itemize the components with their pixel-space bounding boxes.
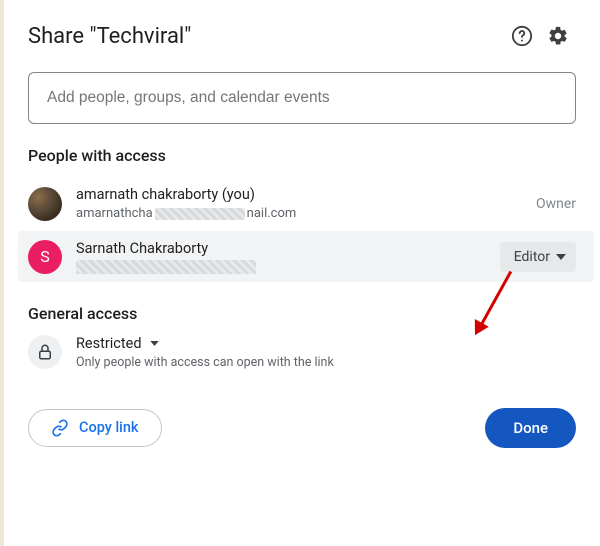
role-dropdown[interactable]: Editor <box>500 242 576 272</box>
dialog-header: Share "Techviral" <box>28 18 576 54</box>
role-label: Editor <box>514 249 550 265</box>
person-row-editor[interactable]: S Sarnath Chakraborty Editor <box>18 231 594 281</box>
general-access-row: Restricted Only people with access can o… <box>28 335 576 370</box>
person-info: Sarnath Chakraborty <box>76 239 500 273</box>
person-name: Sarnath Chakraborty <box>76 239 500 259</box>
caret-down-icon <box>150 341 159 346</box>
general-access-info: Restricted Only people with access can o… <box>76 335 334 370</box>
general-access-section: General access Restricted Only people wi… <box>28 304 576 370</box>
person-row-owner: amarnath chakraborty (you) amarnathchana… <box>18 177 594 231</box>
general-access-dropdown[interactable]: Restricted <box>76 335 334 352</box>
share-dialog: Share "Techviral" People with access ama… <box>0 0 600 546</box>
people-section-title: People with access <box>28 146 576 165</box>
caret-down-icon <box>556 254 566 260</box>
link-icon <box>51 419 69 437</box>
person-email: amarnathchanail.com <box>76 205 536 223</box>
general-section-title: General access <box>28 304 576 323</box>
add-people-input[interactable] <box>28 72 576 124</box>
copy-link-label: Copy link <box>79 419 139 436</box>
general-access-desc: Only people with access can open with th… <box>76 355 334 370</box>
help-button[interactable] <box>504 18 540 54</box>
dialog-footer: Copy link Done <box>28 408 576 448</box>
copy-link-button[interactable]: Copy link <box>28 409 162 447</box>
redacted <box>76 260 256 274</box>
avatar <box>28 187 62 221</box>
help-icon <box>511 25 533 47</box>
gear-icon <box>547 25 569 47</box>
done-button[interactable]: Done <box>485 408 576 448</box>
avatar: S <box>28 240 62 274</box>
done-label: Done <box>513 419 548 437</box>
role-label-owner: Owner <box>536 196 576 212</box>
person-email <box>76 260 500 274</box>
lock-icon <box>36 343 54 361</box>
settings-button[interactable] <box>540 18 576 54</box>
person-info: amarnath chakraborty (you) amarnathchana… <box>76 185 536 223</box>
person-name: amarnath chakraborty (you) <box>76 185 536 205</box>
dialog-title: Share "Techviral" <box>28 24 504 49</box>
restricted-icon-container <box>28 335 62 369</box>
redacted <box>155 208 245 220</box>
general-access-mode: Restricted <box>76 335 142 352</box>
